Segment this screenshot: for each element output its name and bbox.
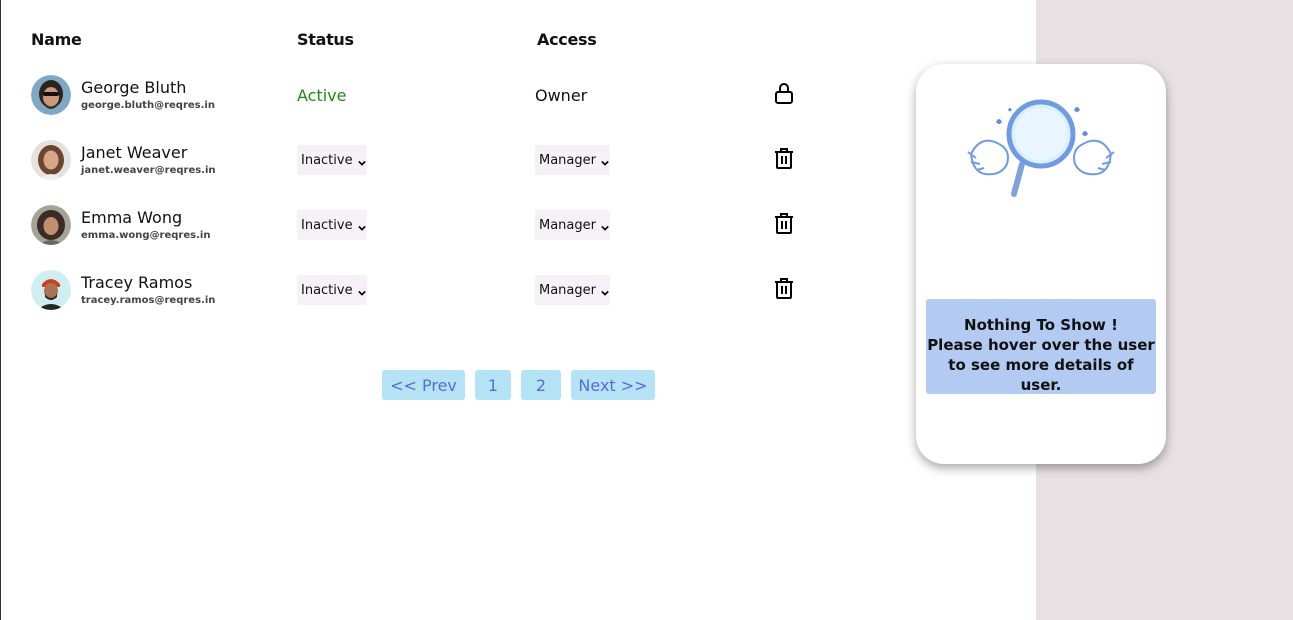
access-select-value: Manager (539, 152, 596, 168)
avatar (31, 205, 71, 245)
user-email: george.bluth@reqres.in (81, 100, 215, 111)
trash-icon[interactable] (772, 276, 796, 300)
table-row[interactable]: George Bluth george.bluth@reqres.in Acti… (0, 75, 900, 125)
avatar (31, 75, 71, 115)
user-email: janet.weaver@reqres.in (81, 165, 216, 176)
empty-state-title: Nothing To Show ! (964, 316, 1118, 334)
avatar (31, 140, 71, 180)
table-row[interactable]: Emma Wong emma.wong@reqres.in Inactive M… (0, 205, 900, 255)
lock-icon[interactable] (772, 81, 796, 105)
user-email: tracey.ramos@reqres.in (81, 295, 216, 306)
access-select-value: Manager (539, 217, 596, 233)
next-page-button[interactable]: Next >> (571, 370, 655, 400)
user-email: emma.wong@reqres.in (81, 230, 211, 241)
access-select[interactable]: Manager (535, 145, 610, 175)
status-select[interactable]: Inactive (297, 275, 367, 305)
chevron-down-icon (357, 156, 366, 166)
access-select[interactable]: Manager (535, 210, 610, 240)
status-select-value: Inactive (301, 152, 353, 168)
empty-state-message: Nothing To Show ! Please hover over the … (926, 299, 1156, 394)
chevron-down-icon (601, 221, 609, 231)
prev-page-button[interactable]: << Prev (382, 370, 465, 400)
empty-state-line: to see more details of user. (948, 356, 1134, 394)
header-access: Access (537, 30, 597, 49)
trash-icon[interactable] (772, 146, 796, 170)
page-1-button[interactable]: 1 (475, 370, 511, 400)
status-select-value: Inactive (301, 217, 353, 233)
access-label: Owner (535, 86, 588, 105)
status-label: Active (297, 86, 347, 105)
status-select[interactable]: Inactive (297, 145, 367, 175)
trash-icon[interactable] (772, 211, 796, 235)
table-row[interactable]: Janet Weaver janet.weaver@reqres.in Inac… (0, 140, 900, 190)
status-select-value: Inactive (301, 282, 353, 298)
page-2-button[interactable]: 2 (521, 370, 561, 400)
avatar (31, 270, 71, 310)
user-name: Janet Weaver (81, 143, 188, 162)
chevron-down-icon (357, 221, 366, 231)
chevron-down-icon (357, 286, 366, 296)
status-select[interactable]: Inactive (297, 210, 367, 240)
empty-state-line: Please hover over the user (927, 336, 1155, 354)
magnifier-illustration (956, 84, 1126, 234)
user-name: Tracey Ramos (81, 273, 193, 292)
access-select-value: Manager (539, 282, 596, 298)
table-row[interactable]: Tracey Ramos tracey.ramos@reqres.in Inac… (0, 270, 900, 320)
user-name: George Bluth (81, 78, 187, 97)
header-status: Status (297, 30, 354, 49)
header-name: Name (31, 30, 82, 49)
access-select[interactable]: Manager (535, 275, 610, 305)
chevron-down-icon (601, 286, 609, 296)
user-detail-card: Nothing To Show ! Please hover over the … (916, 64, 1166, 464)
chevron-down-icon (601, 156, 609, 166)
user-name: Emma Wong (81, 208, 183, 227)
